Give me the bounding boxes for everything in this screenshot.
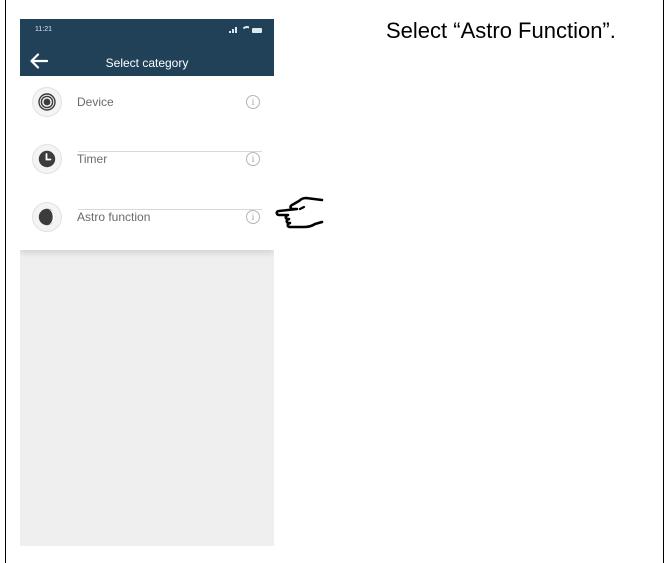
category-item-astro-function[interactable]: Astro function i	[20, 191, 274, 248]
signal-icon	[229, 26, 238, 33]
info-icon[interactable]: i	[246, 152, 260, 166]
battery-icon	[252, 28, 262, 33]
category-item-timer[interactable]: Timer i	[20, 133, 274, 190]
category-label: Timer	[77, 152, 108, 166]
wifi-icon	[241, 26, 249, 33]
category-label: Device	[77, 95, 114, 109]
status-time: 11:21	[35, 26, 52, 33]
page-title: Select category	[105, 56, 189, 70]
category-label: Astro function	[77, 210, 151, 224]
pointing-hand-icon	[275, 196, 324, 229]
info-icon[interactable]: i	[246, 95, 260, 109]
status-icons	[229, 25, 262, 33]
half-moon-icon	[32, 202, 62, 232]
device-icon	[32, 87, 62, 117]
category-item-device[interactable]: Device i	[20, 76, 274, 133]
info-icon[interactable]: i	[246, 210, 260, 224]
category-list: Device i Timer i Astro function i	[20, 76, 274, 250]
instruction-text: Select “Astro Function”.	[386, 18, 616, 43]
app-header: 11:21 Select category	[20, 19, 274, 76]
phone-screenshot: 11:21 Select category Device i Timer i A…	[20, 19, 274, 546]
clock-icon	[32, 144, 62, 174]
